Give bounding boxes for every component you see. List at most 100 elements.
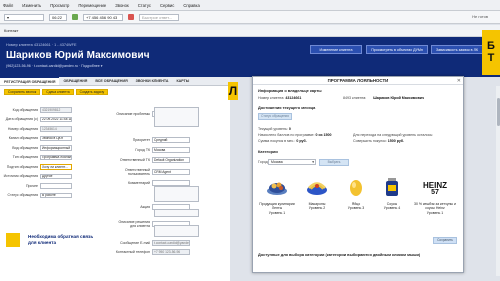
form-row: Комментарий	[112, 180, 190, 186]
menu-item[interactable]: Изменить	[22, 3, 41, 8]
field-input[interactable]	[40, 183, 72, 189]
field-input[interactable]: Звонок в ЦКЯ	[40, 135, 72, 141]
egg-icon	[350, 180, 362, 196]
field-input[interactable]: Хочу ли клиент...	[40, 164, 72, 170]
field-input[interactable]: Москва	[152, 147, 190, 153]
pasta-icon	[307, 182, 327, 195]
chevron-down-icon: ▾	[312, 160, 314, 164]
scrollbar-thumb[interactable]	[496, 98, 500, 126]
create-task-button[interactable]: Создать задачу	[75, 88, 109, 95]
textarea[interactable]	[154, 209, 199, 217]
menu-item[interactable]: Справка	[183, 3, 199, 8]
tab-client-calls[interactable]: ЗВОНКИ КЛИЕНТА	[132, 77, 173, 85]
category-sauces[interactable]: Соусы Уровень 4	[375, 177, 409, 211]
field-input[interactable]: Информационный ▾	[40, 145, 72, 151]
field-label: Код обращения	[12, 107, 38, 112]
available-categories-title: Доступные для выбора категории (категори…	[258, 252, 421, 257]
save-button[interactable]: Сохранить	[433, 237, 457, 244]
status-button[interactable]: Статус обращения	[258, 113, 292, 120]
category-culinary[interactable]: Продукция кулинарии Ленты Уровень 1	[257, 177, 297, 216]
client-card-number: Номер клиента 43124661 · 1 - 4374WFE	[6, 43, 77, 47]
sum-label: Сумма покупок в мес.:	[258, 139, 296, 143]
tab-registration[interactable]: РЕГИСТРАЦИЯ ОБРАЩЕНИЯ	[0, 77, 60, 85]
hand-over-client-button[interactable]: Сдача клиента	[42, 88, 74, 95]
form-row: Источник обращения Другое	[2, 173, 72, 179]
contact-strip-label: Контакт	[4, 28, 19, 33]
textarea[interactable]	[154, 186, 199, 202]
phone-icon[interactable]	[72, 14, 78, 20]
category-level: Уровень 3	[347, 206, 365, 211]
menubar: Файл Изменить Просмотр Перемещение Звонок Ста…	[0, 0, 500, 11]
tab-requests[interactable]: ОБРАЩЕНИЯ	[59, 77, 91, 85]
field-input[interactable]: Default Organization	[152, 157, 190, 163]
field-input[interactable]: Программа лояльности	[40, 154, 72, 160]
menu-item[interactable]: Просмотр	[50, 3, 69, 8]
field-label: Описание решения для клиента	[118, 220, 150, 228]
field-input[interactable]: В работе	[40, 192, 72, 198]
card-number-row: Номер клиента: 43124661	[258, 96, 301, 100]
toolbar-select[interactable]: ▾	[4, 13, 44, 21]
tab-cards[interactable]: КАРТЫ	[172, 77, 193, 85]
toolbar-code-field[interactable]: 06:22	[49, 13, 67, 21]
field-input[interactable]: 12345614	[40, 126, 72, 132]
form-row: Ответственный ТК Default Organization	[112, 157, 190, 163]
loyalty-dialog: ПРОГРАММА ЛОЯЛЬНОСТИ ✕ Информация о влад…	[252, 76, 464, 273]
field-label: Канал обращения	[8, 136, 38, 141]
hangup-icon[interactable]	[128, 14, 134, 20]
field-label: Номер обращения	[7, 126, 38, 131]
form-row: Прочее	[2, 183, 72, 189]
category-level: Уровень 1	[426, 211, 444, 216]
next-level-label: Для перехода на следующий уровень остало…	[353, 133, 434, 137]
client-header: Номер клиента 43124661 · 1 - 4374WFE Шар…	[0, 37, 500, 77]
view-objects-button[interactable]: Просмотреть в объектах ДУМп	[366, 45, 428, 54]
menu-item[interactable]: Файл	[3, 3, 13, 8]
textarea[interactable]	[154, 107, 199, 127]
field-input[interactable]: +7 950 123-56-96	[152, 249, 190, 255]
save-call-button[interactable]: Сохранить звонок	[4, 88, 41, 95]
agent-status[interactable]: Не готов	[472, 14, 488, 19]
phone-number-field[interactable]: +7 456 456 90 43	[83, 13, 123, 21]
form-row: Канал обращения Звонок в ЦКЯ	[2, 135, 72, 141]
edit-client-button[interactable]: Изменение клиента	[310, 45, 362, 54]
textarea[interactable]	[154, 225, 199, 237]
field-label: Дата обращения (с)	[5, 117, 38, 122]
city-select[interactable]: Москва ▾	[268, 159, 316, 165]
form-row: Приоритет Средний	[112, 137, 190, 143]
orders-button[interactable]: Зависимость заявок в ЛК	[431, 45, 483, 54]
client-meta[interactable]: (962)123-56-96 · t.contact-cardid@yandex…	[6, 64, 103, 68]
menu-item[interactable]: Статус	[138, 3, 151, 8]
choose-button[interactable]: Выбрать	[319, 159, 349, 166]
achievements-title: Достижения текущего месяца	[258, 105, 316, 110]
feedback-card: Необходима обратная связь для клиента	[0, 230, 100, 260]
form-row: Тип обращенияПрограмма лояльности	[2, 154, 72, 160]
field-label: Прочее	[25, 183, 38, 188]
field-input[interactable]: 4321909812	[40, 107, 72, 113]
category-name: Продукция кулинарии Ленты	[259, 201, 295, 211]
category-eggs[interactable]: Яйцо Уровень 3	[339, 177, 373, 211]
level-label: Текущий уровень:	[258, 127, 288, 131]
menu-item[interactable]: Звонок	[115, 3, 129, 8]
feedback-marker	[6, 233, 20, 247]
field-input[interactable]: Средний	[152, 137, 190, 143]
field-label: Подтип обращения	[6, 164, 38, 169]
tab-all-requests[interactable]: ВСЕ ОБРАЩЕНИЯ	[91, 77, 131, 85]
close-icon[interactable]: ✕	[457, 78, 461, 84]
field-label: Ответственный пользователь	[125, 168, 150, 176]
quick-answer-field[interactable]: Быстрое ответ...	[139, 13, 179, 21]
points-row: Начислено баллов по программе: 0 из 1500	[258, 133, 332, 137]
field-input[interactable]: CRM Agent	[152, 169, 190, 175]
field-input[interactable]	[152, 180, 190, 186]
category-pasta[interactable]: Макароны Уровень 2	[299, 177, 335, 211]
brand-letter-1: Б	[487, 39, 495, 52]
menu-item[interactable]: Перемещение	[78, 3, 106, 8]
level-row: Текущий уровень: 0	[258, 127, 291, 131]
holder-row: 8493 клиента: Шариков Юрий Максимович	[343, 96, 424, 100]
scrollbar[interactable]	[496, 86, 500, 276]
field-input[interactable]: Другое	[40, 173, 72, 179]
form-row: Код обращения 4321909812	[2, 107, 72, 113]
field-input[interactable]: 22.09.2022 11:44:11	[40, 116, 72, 122]
holder-info-title: Информация о владельце карты	[258, 88, 322, 93]
field-input[interactable]: t.contact-cardid@yandex.ru	[152, 240, 190, 246]
category-heinz[interactable]: HEINZ 57 30 % кешбэк за кетчупы и соусы …	[411, 177, 459, 216]
menu-item[interactable]: Сервис	[160, 3, 174, 8]
